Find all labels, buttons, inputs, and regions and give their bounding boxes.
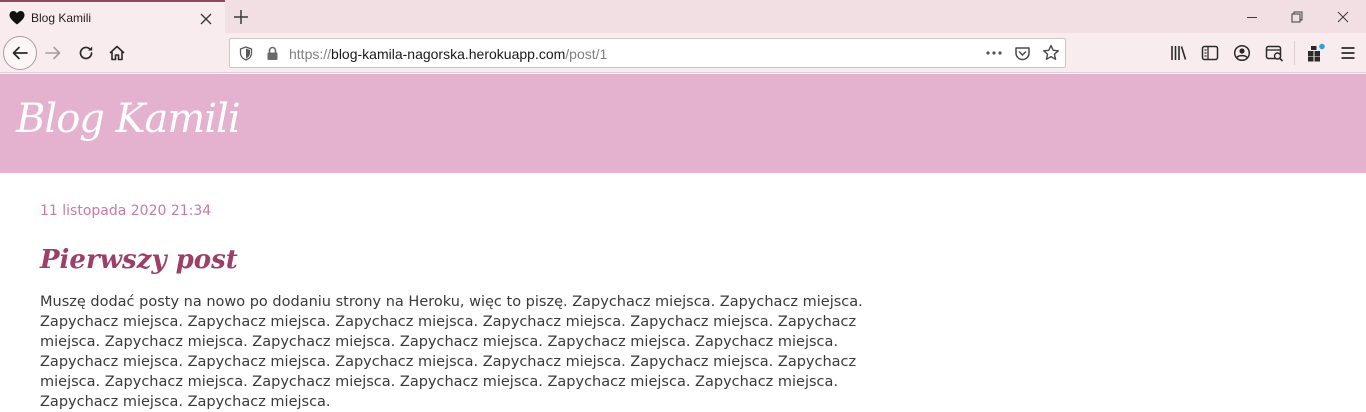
back-button[interactable] — [3, 36, 37, 70]
back-arrow-icon — [12, 46, 28, 60]
pocket-icon[interactable] — [1014, 45, 1031, 62]
url-path: /post/1 — [565, 46, 608, 62]
lock-icon[interactable] — [266, 46, 279, 61]
sidebar-icon[interactable] — [1201, 44, 1219, 62]
account-icon[interactable] — [1233, 44, 1251, 62]
menu-icon[interactable] — [1339, 44, 1357, 62]
star-icon[interactable] — [1042, 44, 1060, 62]
minimize-icon[interactable] — [1242, 7, 1262, 27]
library-icon[interactable] — [1170, 44, 1188, 62]
forward-arrow-icon[interactable] — [44, 44, 62, 62]
home-icon[interactable] — [108, 44, 126, 62]
plus-icon[interactable] — [230, 6, 252, 28]
close-icon[interactable] — [198, 11, 214, 27]
tab-title: Blog Kamili — [31, 11, 92, 25]
site-header: Blog Kamili — [0, 74, 1366, 173]
site-title-link[interactable]: Blog Kamili — [16, 96, 241, 142]
tab-strip: Blog Kamili — [0, 0, 1366, 34]
url-host: blog-kamila-nagorska.herokuapp.com — [331, 46, 566, 62]
window-close-icon[interactable] — [1333, 7, 1353, 27]
url-bar[interactable]: https://blog-kamila-nagorska.herokuapp.c… — [229, 38, 1066, 68]
url-scheme: https:// — [289, 46, 332, 62]
extensions-icon[interactable] — [1306, 43, 1326, 63]
reload-icon[interactable] — [77, 44, 95, 62]
heart-icon — [9, 11, 25, 25]
shield-icon[interactable] — [239, 46, 253, 61]
post-title: Pierwszy post — [40, 245, 238, 275]
url-text[interactable]: https://blog-kamila-nagorska.herokuapp.c… — [289, 46, 607, 62]
more-icon[interactable] — [985, 50, 1003, 56]
tab-blog-kamili[interactable]: Blog Kamili — [0, 0, 225, 34]
post-body: Muszę dodać posty na nowo po dodaniu str… — [40, 294, 863, 410]
nav-bar: https://blog-kamila-nagorska.herokuapp.c… — [0, 33, 1366, 73]
screenshot-icon[interactable] — [1265, 44, 1284, 62]
restore-icon[interactable] — [1287, 7, 1307, 27]
toolbar-separator — [1294, 41, 1295, 65]
post-date: 11 listopada 2020 21:34 — [40, 203, 212, 219]
